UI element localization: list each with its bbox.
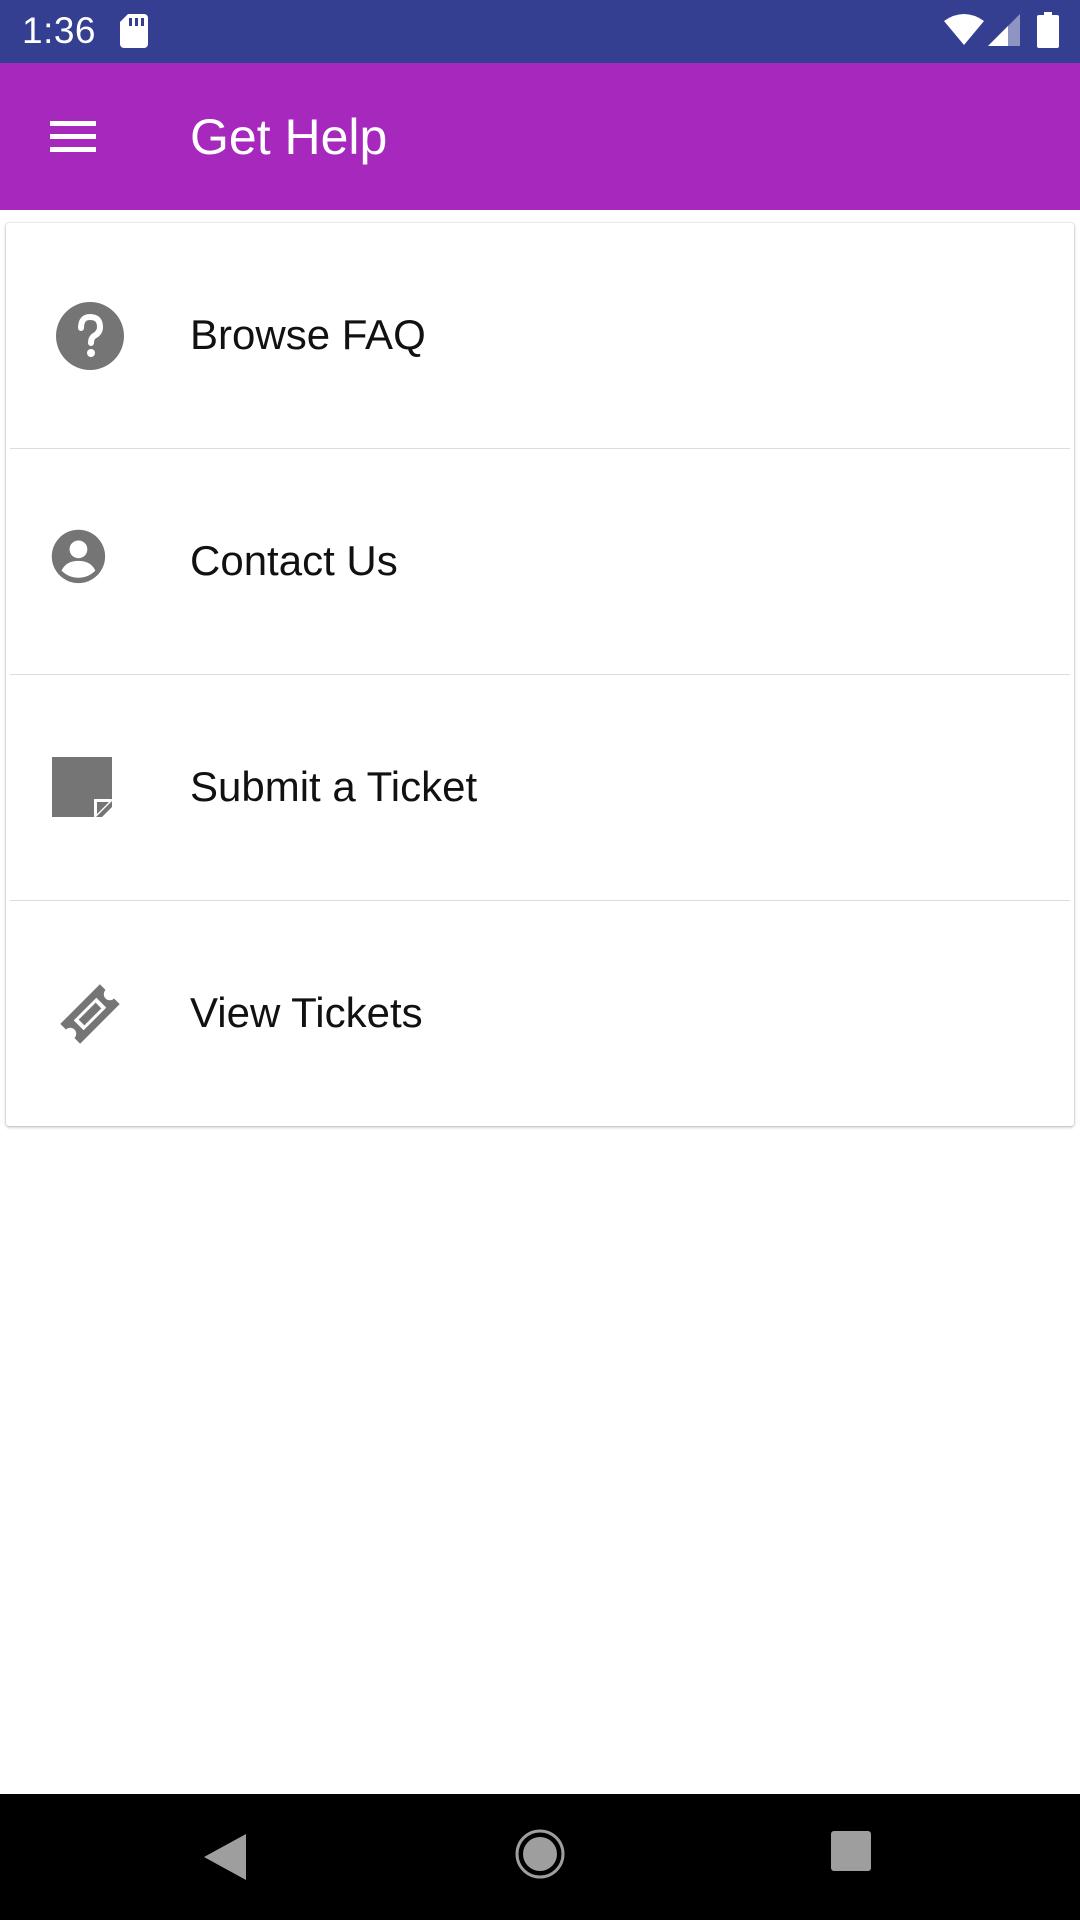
menu-item-label: Submit a Ticket (190, 763, 478, 810)
ticket-icon (60, 984, 120, 1044)
sd-card-icon (120, 14, 148, 48)
app-bar: Get Help (0, 63, 1080, 210)
wifi-icon (944, 14, 984, 45)
battery-icon (1037, 12, 1059, 48)
home-circle-icon[interactable] (514, 1828, 566, 1880)
menu-item-browse-faq[interactable]: Browse FAQ (10, 223, 1070, 448)
help-options-card: Browse FAQ Contact Us Submit a Ticket Vi… (6, 223, 1074, 1126)
menu-item-view-tickets[interactable]: View Tickets (10, 901, 1070, 1126)
menu-item-label: View Tickets (190, 989, 423, 1036)
menu-item-label: Browse FAQ (190, 311, 426, 358)
note-icon (52, 757, 112, 817)
menu-item-contact-us[interactable]: Contact Us (10, 449, 1070, 674)
signal-icon (988, 14, 1020, 46)
recents-square-icon[interactable] (830, 1830, 872, 1872)
back-triangle-icon[interactable] (202, 1832, 248, 1882)
status-time: 1:36 (22, 10, 97, 51)
system-nav-bar (0, 1794, 1080, 1920)
account-circle-icon (51, 529, 106, 584)
menu-item-label: Contact Us (190, 537, 398, 584)
status-bar: 1:36 (0, 0, 1080, 63)
help-circle-icon (56, 302, 124, 370)
hamburger-menu-icon[interactable] (46, 115, 100, 157)
page-title: Get Help (190, 109, 388, 165)
menu-item-submit-ticket[interactable]: Submit a Ticket (10, 675, 1070, 900)
